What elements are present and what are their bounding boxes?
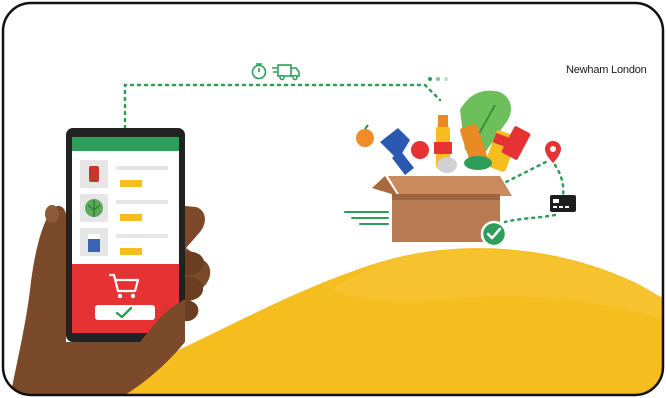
smartphone [66,128,185,342]
delivered-check-icon [480,220,508,248]
newham-london-logo: Newham London [566,64,647,76]
illustration-scene: Newham London [0,0,666,398]
credit-card-icon [550,195,576,212]
checkout-button[interactable] [95,305,155,320]
illustration-canvas [1,1,665,397]
